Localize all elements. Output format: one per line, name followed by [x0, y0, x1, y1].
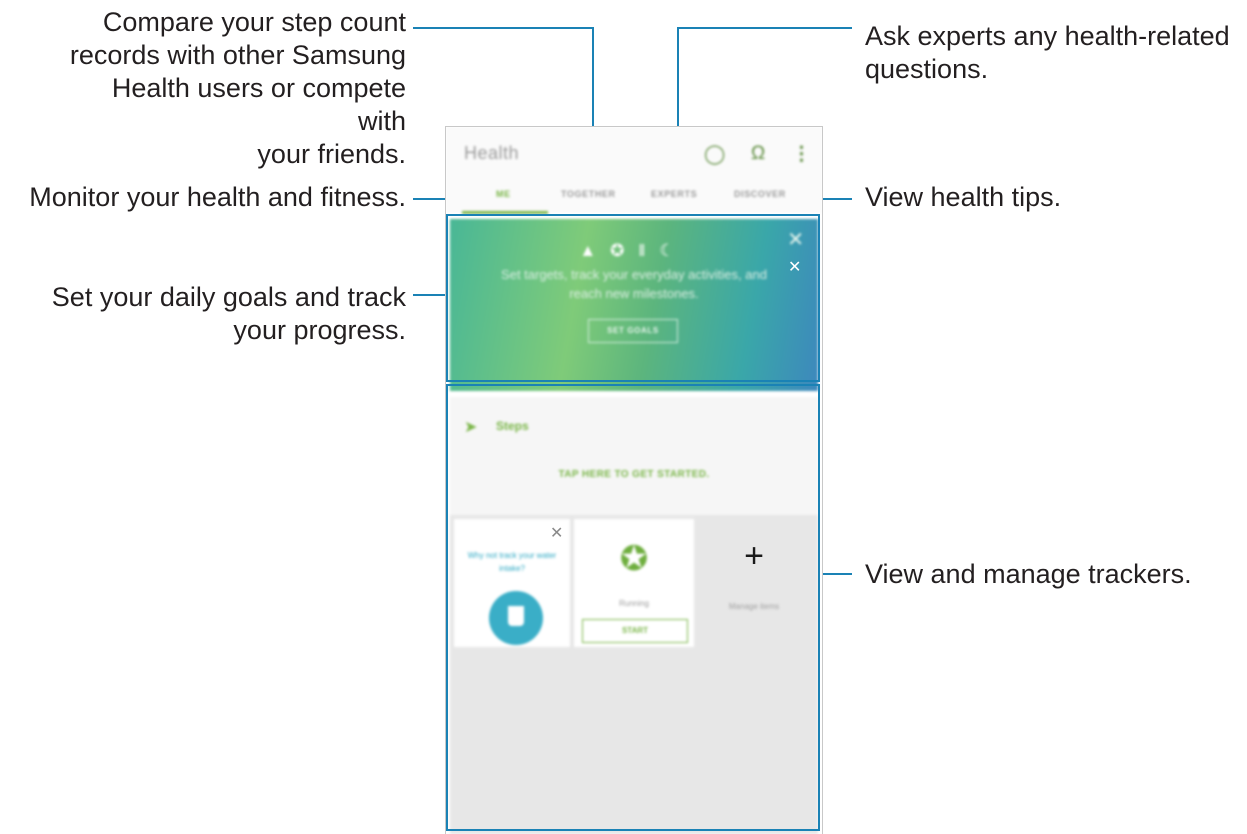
connector-trackers-h: [821, 573, 852, 575]
callout-text-line: questions.: [865, 54, 989, 84]
callout-text-line: records with other Samsung: [69, 40, 406, 70]
connector-experts-h: [677, 27, 852, 29]
callout-manage-trackers: View and manage trackers.: [865, 559, 1192, 589]
connector-compare-h: [413, 27, 593, 29]
callout-text-line: Health users or compete with: [111, 73, 406, 136]
callout-text-line: your friends.: [257, 139, 406, 169]
person-icon[interactable]: Ω: [751, 143, 765, 165]
app-bar: Health ◯ Ω ⋮: [446, 127, 822, 183]
callout-view-tips: View health tips.: [865, 182, 1062, 212]
connector-goals-h: [413, 294, 445, 296]
tab-together[interactable]: TOGETHER: [561, 189, 616, 199]
app-title: Health: [464, 143, 520, 163]
tab-me[interactable]: ME: [496, 189, 511, 199]
callout-text-line: Compare your step count: [102, 7, 406, 37]
highlight-trackers: [446, 384, 820, 831]
callout-monitor-health: Monitor your health and fitness.: [29, 182, 406, 212]
highlight-goals: [446, 214, 820, 382]
callout-text-line: your progress.: [233, 315, 406, 345]
tab-discover[interactable]: DISCOVER: [734, 189, 786, 199]
callout-ask-experts: Ask experts any health-related questions…: [865, 20, 1245, 86]
callout-set-goals: Set your daily goals and track your prog…: [30, 281, 406, 347]
tab-bar: ME TOGETHER EXPERTS DISCOVER: [446, 183, 822, 214]
callout-text-line: Ask experts any health-related: [865, 21, 1230, 51]
more-vert-icon[interactable]: ⋮: [792, 143, 811, 166]
tab-experts[interactable]: EXPERTS: [651, 189, 697, 199]
lightbulb-icon[interactable]: ◯: [704, 143, 725, 166]
callout-compare-friends: Compare your step count records with oth…: [60, 6, 406, 171]
connector-monitor-h: [413, 198, 445, 200]
callout-text-line: Set your daily goals and track: [51, 282, 406, 312]
